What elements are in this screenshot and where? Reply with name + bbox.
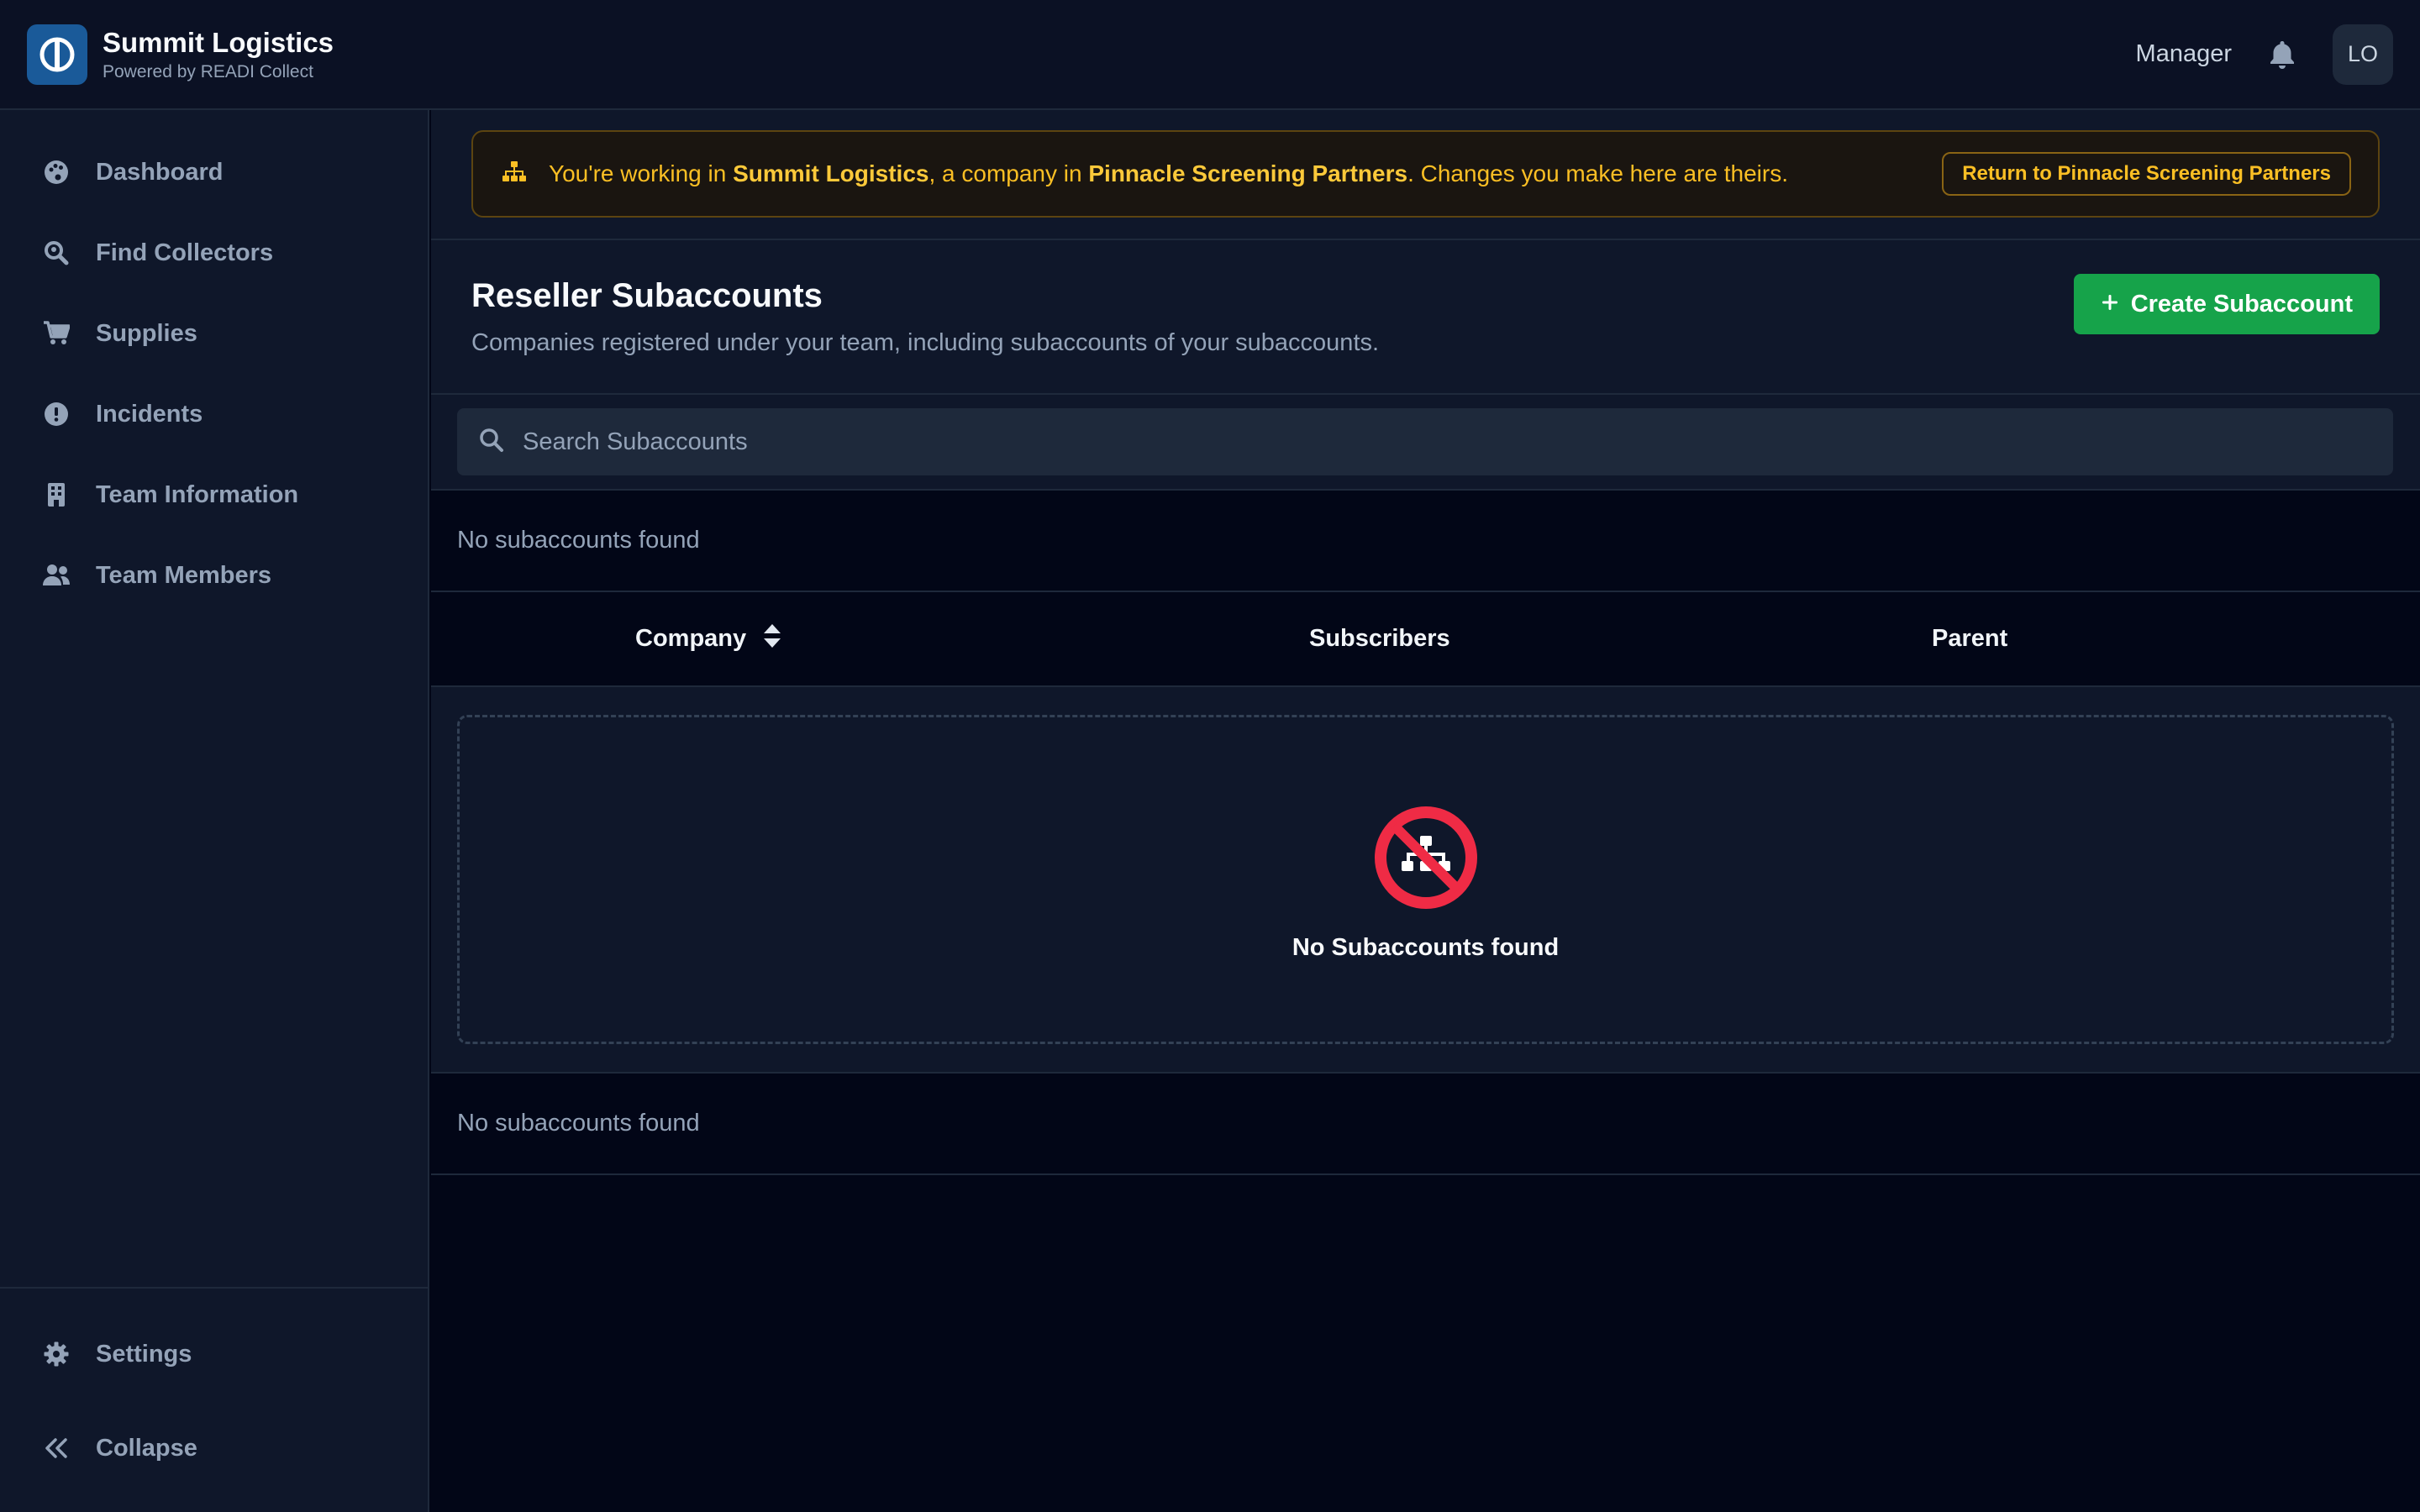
gear-icon xyxy=(42,1340,71,1368)
search-location-icon xyxy=(42,239,71,267)
column-header-label: Company xyxy=(635,625,747,652)
users-icon xyxy=(42,561,71,590)
palette-icon xyxy=(42,158,71,186)
column-header-label: Parent xyxy=(1932,625,2008,652)
sidebar-item-incidents[interactable]: Incidents xyxy=(0,374,428,454)
sidebar-item-find-collectors[interactable]: Find Collectors xyxy=(0,213,428,293)
sidebar-item-label: Team Members xyxy=(96,561,271,589)
sidebar-item-label: Dashboard xyxy=(96,158,224,186)
exclamation-circle-icon xyxy=(42,400,71,428)
create-subaccount-label: Create Subaccount xyxy=(2130,290,2353,318)
column-header-label: Subscribers xyxy=(1309,625,1450,652)
return-to-parent-button[interactable]: Return to Pinnacle Screening Partners xyxy=(1942,152,2351,196)
sidebar: Dashboard Find Collectors Supplies Incid… xyxy=(0,110,429,1512)
empty-state: No Subaccounts found xyxy=(457,715,2394,1044)
sort-icon xyxy=(763,623,781,655)
sitemap-icon xyxy=(502,160,527,188)
sidebar-item-supplies[interactable]: Supplies xyxy=(0,293,428,374)
top-bar: Summit Logistics Powered by READI Collec… xyxy=(0,0,2420,110)
sidebar-item-label: Team Information xyxy=(96,480,299,508)
create-subaccount-button[interactable]: Create Subaccount xyxy=(2073,274,2380,334)
impersonation-banner: You're working in Summit Logistics, a co… xyxy=(471,130,2380,218)
empty-state-title: No Subaccounts found xyxy=(1292,934,1560,961)
sidebar-item-label: Find Collectors xyxy=(96,239,274,266)
banner-message: You're working in Summit Logistics, a co… xyxy=(549,160,1788,186)
sidebar-item-dashboard[interactable]: Dashboard xyxy=(0,132,428,213)
results-status-top: No subaccounts found xyxy=(431,491,2420,592)
sidebar-item-label: Supplies xyxy=(96,319,197,347)
sidebar-item-team-members[interactable]: Team Members xyxy=(0,535,428,616)
page-header: Reseller Subaccounts Companies registere… xyxy=(431,239,2420,395)
table-body: No Subaccounts found xyxy=(431,687,2420,1074)
brand-name: Summit Logistics xyxy=(103,26,334,58)
no-sitemap-icon xyxy=(1374,806,1478,914)
brand-logo-icon xyxy=(27,24,87,85)
banner-parent-company: Pinnacle Screening Partners xyxy=(1088,160,1408,186)
chevrons-left-icon xyxy=(42,1434,71,1462)
brand-subtitle: Powered by READI Collect xyxy=(103,61,313,81)
table-header: Company Subscribers Parent xyxy=(431,592,2420,687)
column-header-subscribers[interactable]: Subscribers xyxy=(1309,625,1450,653)
avatar[interactable]: LO xyxy=(2333,24,2393,85)
search-input[interactable] xyxy=(523,408,2393,475)
brand[interactable]: Summit Logistics Powered by READI Collec… xyxy=(27,24,334,85)
user-role[interactable]: Manager xyxy=(2136,40,2232,68)
column-header-parent[interactable]: Parent xyxy=(1932,625,2007,653)
building-icon xyxy=(42,480,71,509)
sidebar-item-label: Collapse xyxy=(96,1434,197,1462)
bell-icon[interactable] xyxy=(2265,38,2299,71)
impersonation-banner-wrap: You're working in Summit Logistics, a co… xyxy=(431,110,2420,239)
sidebar-item-team-information[interactable]: Team Information xyxy=(0,454,428,535)
column-header-company[interactable]: Company xyxy=(635,623,781,655)
main-content: You're working in Summit Logistics, a co… xyxy=(431,110,2420,1512)
sidebar-item-label: Settings xyxy=(96,1340,192,1368)
sidebar-item-label: Incidents xyxy=(96,400,203,428)
search-bar xyxy=(431,395,2420,491)
page-title: Reseller Subaccounts xyxy=(471,277,823,314)
sidebar-collapse-button[interactable]: Collapse xyxy=(0,1401,428,1495)
plus-icon xyxy=(2101,291,2119,318)
search-icon xyxy=(479,428,504,457)
page-subtitle: Companies registered under your team, in… xyxy=(471,329,1380,356)
cart-icon xyxy=(42,319,71,348)
banner-company: Summit Logistics xyxy=(733,160,929,186)
results-status-bottom: No subaccounts found xyxy=(431,1074,2420,1175)
sidebar-item-settings[interactable]: Settings xyxy=(0,1307,428,1401)
search-box[interactable] xyxy=(457,408,2393,475)
